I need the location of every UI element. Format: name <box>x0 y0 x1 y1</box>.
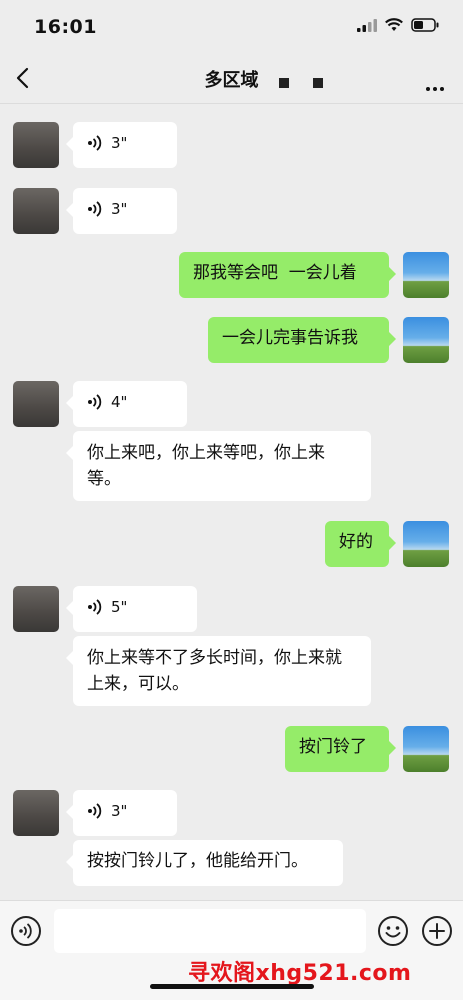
my-avatar[interactable] <box>403 317 449 363</box>
battery-icon <box>411 18 439 32</box>
voice-message[interactable]: 4" <box>66 381 187 427</box>
signal-icon <box>357 19 377 32</box>
voice-message[interactable]: 3" <box>66 790 177 836</box>
text-message[interactable]: 你上来等不了多长时间，你上来就上来，可以。 <box>66 636 371 706</box>
redaction-mark <box>313 78 323 88</box>
voice-duration: 3" <box>111 200 128 218</box>
voice-wave-icon <box>88 803 102 819</box>
contact-avatar[interactable] <box>13 188 59 234</box>
contact-avatar[interactable] <box>13 122 59 168</box>
emoji-icon[interactable] <box>377 915 409 947</box>
message-text: 按按门铃儿了，他能给开门。 <box>87 851 308 871</box>
voice-wave-icon <box>88 135 102 151</box>
message-text: 一会儿完事告诉我 <box>222 328 358 348</box>
text-message[interactable]: 一会儿完事告诉我 <box>208 317 396 363</box>
text-message[interactable]: 按按门铃儿了，他能给开门。 <box>66 840 343 886</box>
redaction-mark <box>279 78 289 88</box>
contact-avatar[interactable] <box>13 381 59 427</box>
voice-message[interactable]: 3" <box>66 122 177 168</box>
text-message[interactable]: 那我等会吧 一会儿着 <box>179 252 396 298</box>
page-title: 多区域 <box>204 70 259 91</box>
voice-message[interactable]: 3" <box>66 188 177 234</box>
message-text: 按门铃了 <box>299 737 367 757</box>
contact-avatar[interactable] <box>13 790 59 836</box>
nav-bar: 多区域 <box>0 52 463 104</box>
add-icon[interactable] <box>421 915 453 947</box>
message-text: 那我等会吧 一会儿着 <box>193 263 357 283</box>
text-message[interactable]: 你上来吧，你上来等吧，你上来等。 <box>66 431 371 501</box>
chat-area[interactable]: 3" 3" 那我等会吧 一会儿着 一会儿完事告诉我 4" 你上来吧，你上来等吧，… <box>0 104 463 904</box>
message-input[interactable] <box>54 909 366 953</box>
more-options-icon[interactable] <box>424 76 445 95</box>
voice-duration: 3" <box>111 802 128 820</box>
message-text: 好的 <box>339 532 373 552</box>
status-time: 16:01 <box>34 16 97 38</box>
voice-wave-icon <box>88 201 102 217</box>
my-avatar[interactable] <box>403 521 449 567</box>
voice-input-icon[interactable] <box>10 915 42 947</box>
status-icons <box>357 18 439 32</box>
text-message[interactable]: 按门铃了 <box>285 726 396 772</box>
contact-avatar[interactable] <box>13 586 59 632</box>
voice-wave-icon <box>88 394 102 410</box>
home-indicator <box>150 984 314 989</box>
wifi-icon <box>385 18 403 31</box>
voice-duration: 5" <box>111 598 128 616</box>
my-avatar[interactable] <box>403 726 449 772</box>
voice-duration: 3" <box>111 134 128 152</box>
voice-duration: 4" <box>111 393 128 411</box>
watermark: 寻欢阁xhg521.com <box>188 961 412 986</box>
my-avatar[interactable] <box>403 252 449 298</box>
voice-wave-icon <box>88 599 102 615</box>
message-text: 你上来等不了多长时间，你上来就上来，可以。 <box>87 648 342 694</box>
status-bar: 16:01 <box>0 0 463 52</box>
message-text: 你上来吧，你上来等吧，你上来等。 <box>87 443 325 489</box>
text-message[interactable]: 好的 <box>325 521 396 567</box>
voice-message[interactable]: 5" <box>66 586 197 632</box>
